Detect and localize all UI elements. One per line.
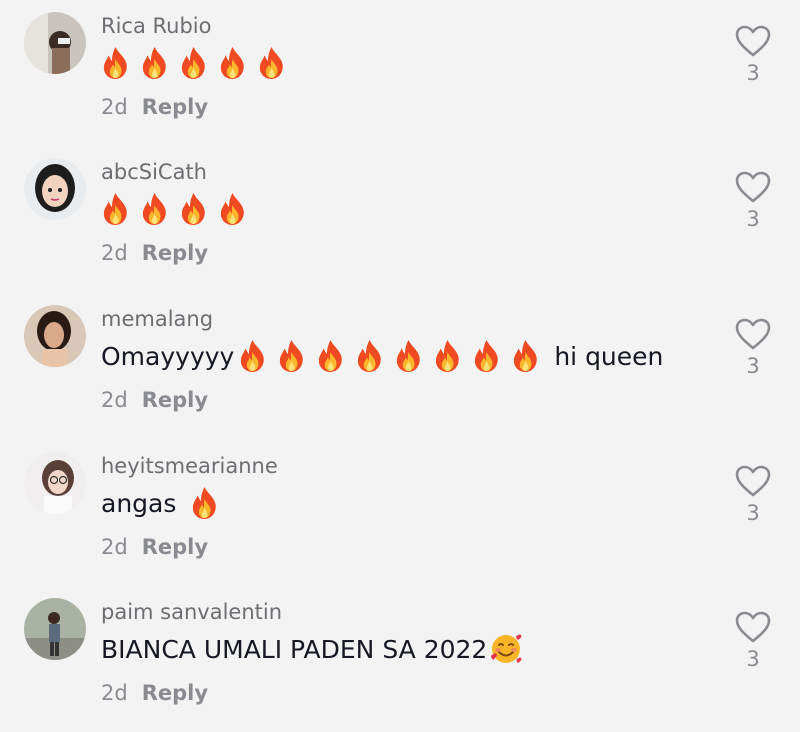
fire-emoji-icon: [218, 46, 247, 80]
avatar[interactable]: [24, 452, 86, 514]
fire-emoji-icon: [257, 46, 286, 80]
heart-outline-icon[interactable]: [735, 171, 771, 203]
comment-meta: 2d Reply: [101, 241, 208, 265]
comment-item: paim sanvalentin BIANCA UMALI PADEN SA 2…: [0, 586, 800, 732]
like-count: 3: [746, 354, 760, 378]
fire-emoji-icon: [190, 486, 219, 520]
fire-emoji-icon: [179, 46, 208, 80]
comment-text-body: angas: [101, 488, 177, 518]
comment-meta: 2d Reply: [101, 535, 208, 559]
fire-emoji-icon: [179, 192, 208, 226]
fire-emoji-icon: [218, 192, 247, 226]
fire-emoji-icon: [277, 339, 306, 373]
comment-time: 2d: [101, 681, 128, 705]
comment-username[interactable]: abcSiCath: [101, 160, 207, 184]
like-count: 3: [746, 501, 760, 525]
comment-text: angas: [101, 486, 219, 520]
reply-button[interactable]: Reply: [142, 241, 208, 265]
comment-item: memalang Omayyyyy hi queen 2d Reply 3: [0, 293, 800, 439]
heart-outline-icon[interactable]: [735, 25, 771, 57]
comment-meta: 2d Reply: [101, 388, 208, 412]
comment-time: 2d: [101, 535, 128, 559]
comment-item: Rica Rubio 2d Reply 3: [0, 0, 800, 146]
comment-meta: 2d Reply: [101, 95, 208, 119]
avatar[interactable]: [24, 12, 86, 74]
reply-button[interactable]: Reply: [142, 681, 208, 705]
fire-emoji-icon: [511, 339, 540, 373]
comment-text: Omayyyyy hi queen: [101, 339, 663, 373]
avatar[interactable]: [24, 305, 86, 367]
like-count: 3: [746, 647, 760, 671]
heart-outline-icon[interactable]: [735, 318, 771, 350]
comment-username[interactable]: paim sanvalentin: [101, 600, 282, 624]
comment-text: [101, 192, 247, 226]
like-button[interactable]: 3: [735, 465, 771, 525]
fire-emoji-group: [238, 339, 540, 373]
avatar[interactable]: [24, 598, 86, 660]
fire-emoji-icon: [355, 339, 384, 373]
fire-emoji-group: [190, 486, 219, 520]
comment-username[interactable]: memalang: [101, 307, 213, 331]
like-button[interactable]: 3: [735, 318, 771, 378]
comment-trailing-text: hi queen: [554, 341, 664, 371]
fire-emoji-icon: [316, 339, 345, 373]
comment-meta: 2d Reply: [101, 681, 208, 705]
comment-username[interactable]: Rica Rubio: [101, 14, 212, 38]
fire-emoji-icon: [238, 339, 267, 373]
like-button[interactable]: 3: [735, 171, 771, 231]
fire-emoji-icon: [140, 192, 169, 226]
fire-emoji-group: [101, 46, 286, 80]
fire-emoji-icon: [472, 339, 501, 373]
fire-emoji-icon: [433, 339, 462, 373]
heart-outline-icon[interactable]: [735, 611, 771, 643]
smiling-face-with-hearts-icon: [489, 632, 523, 666]
reply-button[interactable]: Reply: [142, 95, 208, 119]
comment-text: [101, 46, 286, 80]
comment-text: BIANCA UMALI PADEN SA 2022: [101, 632, 523, 666]
comment-username[interactable]: heyitsmearianne: [101, 454, 278, 478]
comment-text-body: Omayyyyy: [101, 341, 235, 371]
comment-item: heyitsmearianne angas 2d Reply 3: [0, 440, 800, 586]
like-count: 3: [746, 207, 760, 231]
fire-emoji-group: [101, 192, 247, 226]
comment-item: abcSiCath 2d Reply 3: [0, 146, 800, 292]
heart-outline-icon[interactable]: [735, 465, 771, 497]
comment-text-body: BIANCA UMALI PADEN SA 2022: [101, 634, 488, 664]
fire-emoji-icon: [394, 339, 423, 373]
fire-emoji-icon: [101, 46, 130, 80]
reply-button[interactable]: Reply: [142, 535, 208, 559]
comment-time: 2d: [101, 95, 128, 119]
like-count: 3: [746, 61, 760, 85]
comment-time: 2d: [101, 388, 128, 412]
fire-emoji-icon: [101, 192, 130, 226]
fire-emoji-icon: [140, 46, 169, 80]
like-button[interactable]: 3: [735, 25, 771, 85]
like-button[interactable]: 3: [735, 611, 771, 671]
avatar[interactable]: [24, 158, 86, 220]
reply-button[interactable]: Reply: [142, 388, 208, 412]
comment-time: 2d: [101, 241, 128, 265]
